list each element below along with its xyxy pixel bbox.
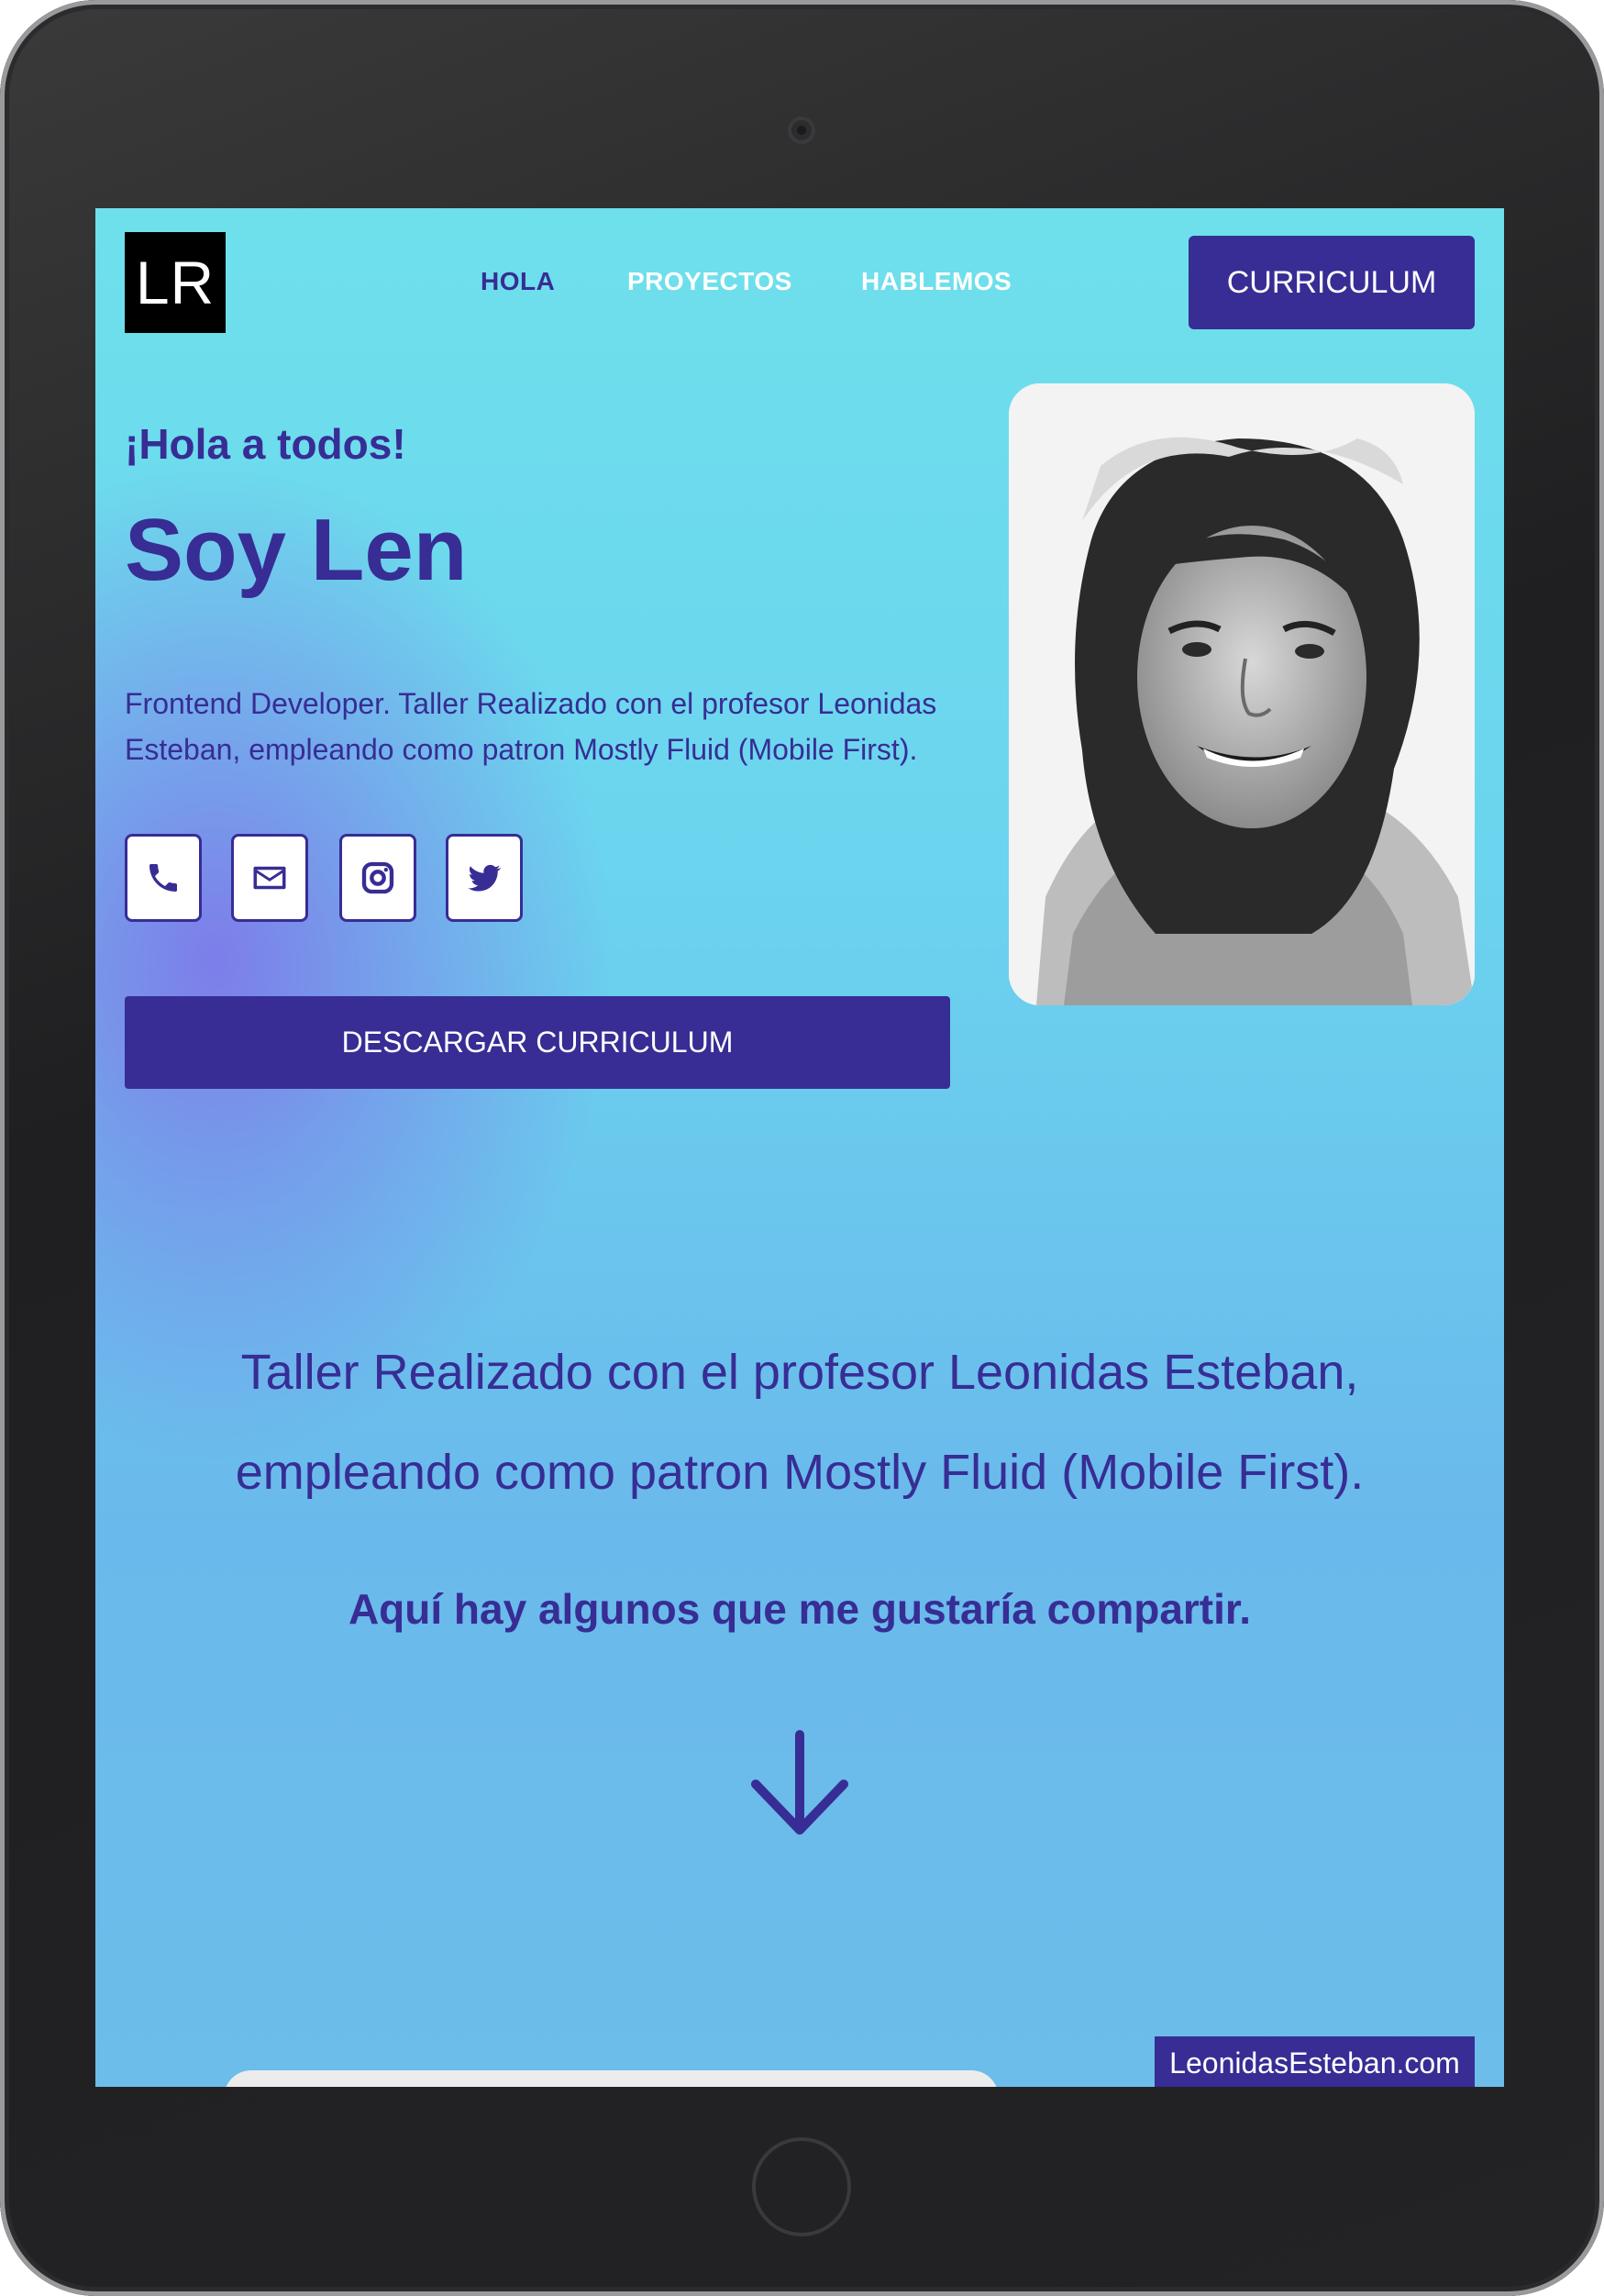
intro-line-1: Taller Realizado con el profesor Leonida…: [240, 1345, 1359, 1400]
project-card[interactable]: [224, 2070, 999, 2087]
nav-link-hablemos[interactable]: HABLEMOS: [861, 267, 1012, 296]
phone-button[interactable]: [125, 834, 202, 922]
camera-icon: [788, 116, 815, 144]
phone-icon: [149, 864, 177, 892]
portrait-image: [1009, 383, 1475, 1005]
greeting: ¡Hola a todos!: [125, 420, 406, 468]
credit-link[interactable]: LeonidasEsteban.com: [1155, 2036, 1475, 2087]
hero-description: Frontend Developer. Taller Realizado con…: [125, 687, 937, 766]
intro-line-2: empleando como patron Mostly Fluid (Mobi…: [235, 1445, 1365, 1500]
page-title: Soy Len: [125, 501, 468, 599]
portrait-photo: [1009, 383, 1475, 1005]
tablet-frame: LR HOLA PROYECTOS HABLEMOS CURRICULUM ¡H…: [0, 0, 1604, 2296]
nav-link-proyectos[interactable]: PROYECTOS: [627, 267, 792, 296]
instagram-button[interactable]: [339, 834, 416, 922]
screen: LR HOLA PROYECTOS HABLEMOS CURRICULUM ¡H…: [95, 208, 1504, 2087]
home-button[interactable]: [752, 2137, 851, 2236]
share-text: Aquí hay algunos que me gustaría compart…: [348, 1585, 1252, 1633]
arrow-down-icon[interactable]: [748, 1729, 851, 1839]
instagram-icon: [361, 861, 394, 894]
intro-text: Taller Realizado con el profesor Leonida…: [95, 1323, 1504, 1523]
download-cv-button[interactable]: DESCARGAR CURRICULUM: [125, 996, 950, 1089]
email-button[interactable]: [231, 834, 308, 922]
twitter-icon: [468, 864, 502, 892]
nav-link-hola[interactable]: HOLA: [481, 267, 555, 296]
mail-icon: [253, 866, 286, 890]
twitter-button[interactable]: [446, 834, 523, 922]
curriculum-button[interactable]: CURRICULUM: [1189, 236, 1475, 329]
